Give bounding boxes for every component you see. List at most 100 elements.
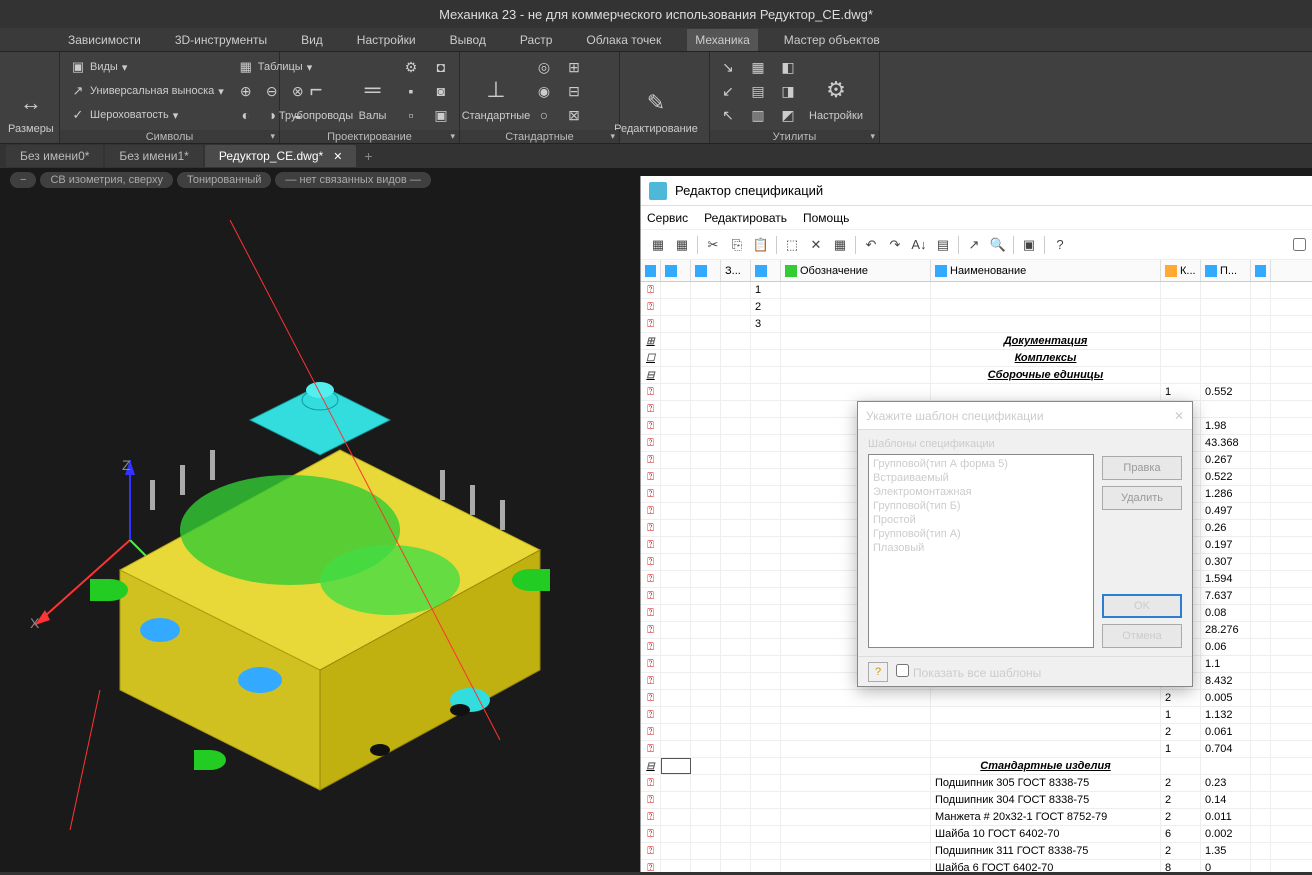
tb-num[interactable]: ▤ <box>932 234 954 256</box>
tb-paste[interactable]: 📋 <box>750 234 772 256</box>
des-icon-2[interactable]: ▪ <box>399 80 423 102</box>
tb-2[interactable]: ▦ <box>671 234 693 256</box>
tb-opt[interactable]: ▣ <box>1018 234 1040 256</box>
util-icon-5[interactable]: ▤ <box>746 80 770 102</box>
table-row[interactable]: ⍰Подшипник 311 ГОСТ 8338-7521.35 <box>641 843 1312 860</box>
tab-noname0[interactable]: Без имени0* <box>6 145 103 167</box>
table-row[interactable]: ⍰Шайба 6 ГОСТ 6402-7080 <box>641 860 1312 872</box>
tab-reductor[interactable]: Редуктор_CE.dwg*✕ <box>205 145 357 167</box>
tb-checkbox[interactable] <box>1293 238 1306 251</box>
tb-copy[interactable]: ⎘ <box>726 234 748 256</box>
menu-view[interactable]: Вид <box>293 29 331 51</box>
menu-3d[interactable]: 3D-инструменты <box>167 29 275 51</box>
shafts-button[interactable]: ═Валы <box>352 56 393 126</box>
template-option[interactable]: Встраиваемый <box>871 471 1091 485</box>
std-icon-4[interactable]: ⊞ <box>562 56 586 78</box>
template-listbox[interactable]: Групповой(тип А форма 5)ВстраиваемыйЭлек… <box>868 454 1094 648</box>
table-row[interactable]: ⍰2 <box>641 299 1312 316</box>
menu-settings[interactable]: Настройки <box>349 29 424 51</box>
std-icon-2[interactable]: ◉ <box>532 80 556 102</box>
tb-sort[interactable]: A↓ <box>908 234 930 256</box>
show-all-checkbox[interactable]: Показать все шаблоны <box>896 664 1041 680</box>
table-row[interactable]: ⍰10.552 <box>641 384 1312 401</box>
util-icon-1[interactable]: ↘ <box>716 56 740 78</box>
spec-menu-service[interactable]: Сервис <box>647 211 688 225</box>
tb-undo[interactable]: ↶ <box>860 234 882 256</box>
tb-help[interactable]: ? <box>1049 234 1071 256</box>
sym-icon-1[interactable]: ⊕ <box>234 80 258 102</box>
tb-find[interactable]: 🔍 <box>987 234 1009 256</box>
util-icon-9[interactable]: ◩ <box>776 104 800 126</box>
view-iso-chip[interactable]: СВ изометрия, сверху <box>40 172 173 188</box>
std-icon-3[interactable]: ○ <box>532 104 556 126</box>
menu-wizard[interactable]: Мастер объектов <box>776 29 888 51</box>
3d-viewport[interactable]: X Y Z <box>0 168 640 872</box>
tb-ins[interactable]: ▦ <box>829 234 851 256</box>
table-row[interactable]: ⊞Документация <box>641 333 1312 350</box>
ok-button[interactable]: OK <box>1102 594 1182 618</box>
spec-menu-edit[interactable]: Редактировать <box>704 211 787 225</box>
table-row[interactable]: ⍰Подшипник 304 ГОСТ 8338-7520.14 <box>641 792 1312 809</box>
table-row[interactable]: ⍰3 <box>641 316 1312 333</box>
new-tab-button[interactable]: + <box>358 148 378 164</box>
table-row[interactable]: ☐Комплексы <box>641 350 1312 367</box>
delete-template-button[interactable]: Удалить <box>1102 486 1182 510</box>
tb-redo[interactable]: ↷ <box>884 234 906 256</box>
tb-link[interactable]: ↗ <box>963 234 985 256</box>
table-row[interactable]: ⍰Подшипник 305 ГОСТ 8338-7520.23 <box>641 775 1312 792</box>
edit-template-button[interactable]: Правка <box>1102 456 1182 480</box>
tb-1[interactable]: ▦ <box>647 234 669 256</box>
util-icon-4[interactable]: ▦ <box>746 56 770 78</box>
uni-leader-button[interactable]: ↗Универсальная выноска ▾ <box>66 80 228 102</box>
util-icon-7[interactable]: ◧ <box>776 56 800 78</box>
table-row[interactable]: ⍰Манжета # 20x32-1 ГОСТ 8752-7920.011 <box>641 809 1312 826</box>
table-row[interactable]: ⊟Стандартные изделия <box>641 758 1312 775</box>
spec-menu-help[interactable]: Помощь <box>803 211 849 225</box>
util-icon-2[interactable]: ↙ <box>716 80 740 102</box>
table-row[interactable]: ⍰10.704 <box>641 741 1312 758</box>
close-icon[interactable]: ✕ <box>333 150 342 163</box>
util-icon-3[interactable]: ↖ <box>716 104 740 126</box>
settings-button[interactable]: ⚙Настройки <box>806 56 866 126</box>
menu-output[interactable]: Вывод <box>442 29 494 51</box>
minus-chip[interactable]: − <box>10 172 36 188</box>
template-option[interactable]: Простой <box>871 513 1091 527</box>
template-option[interactable]: Плазовый <box>871 541 1091 555</box>
template-option[interactable]: Групповой(тип А) <box>871 527 1091 541</box>
view-linked-chip[interactable]: — нет связанных видов — <box>275 172 430 188</box>
standard-button[interactable]: ⊥Стандартные <box>466 56 526 126</box>
template-option[interactable]: Групповой(тип А форма 5) <box>871 457 1091 471</box>
table-row[interactable]: ⍰1 <box>641 282 1312 299</box>
table-row[interactable]: ⊟Сборочные единицы <box>641 367 1312 384</box>
des-icon-4[interactable]: ◘ <box>429 56 453 78</box>
des-icon-6[interactable]: ▣ <box>429 104 453 126</box>
panel-expand-icon[interactable]: ▾ <box>610 131 615 142</box>
edit-button[interactable]: ✎Редактирование <box>626 56 686 139</box>
template-option[interactable]: Групповой(тип Б) <box>871 499 1091 513</box>
std-icon-5[interactable]: ⊟ <box>562 80 586 102</box>
close-icon[interactable]: ✕ <box>1174 409 1184 423</box>
tb-sel[interactable]: ⬚ <box>781 234 803 256</box>
std-icon-6[interactable]: ⊠ <box>562 104 586 126</box>
table-row[interactable]: ⍰11.132 <box>641 707 1312 724</box>
view-shade-chip[interactable]: Тонированный <box>177 172 271 188</box>
table-row[interactable]: ⍰20.061 <box>641 724 1312 741</box>
menu-deps[interactable]: Зависимости <box>60 29 149 51</box>
std-icon-1[interactable]: ◎ <box>532 56 556 78</box>
des-icon-5[interactable]: ◙ <box>429 80 453 102</box>
tb-cut[interactable]: ✂ <box>702 234 724 256</box>
tb-del[interactable]: ✕ <box>805 234 827 256</box>
dialog-titlebar[interactable]: Укажите шаблон спецификации ✕ <box>858 402 1192 430</box>
template-option[interactable]: Электромонтажная <box>871 485 1091 499</box>
table-row[interactable]: ⍰Шайба 10 ГОСТ 6402-7060.002 <box>641 826 1312 843</box>
cancel-button[interactable]: Отмена <box>1102 624 1182 648</box>
util-icon-6[interactable]: ▥ <box>746 104 770 126</box>
menu-pointcloud[interactable]: Облака точек <box>578 29 669 51</box>
des-icon-3[interactable]: ▫ <box>399 104 423 126</box>
help-icon[interactable]: ? <box>868 662 888 682</box>
views-button[interactable]: ▣Виды ▾ <box>66 56 228 78</box>
sym-icon-4[interactable]: ◐ <box>234 104 258 126</box>
panel-expand-icon[interactable]: ▾ <box>870 131 875 142</box>
util-icon-8[interactable]: ◨ <box>776 80 800 102</box>
dimensions-button[interactable]: ↔Размеры <box>6 56 56 139</box>
